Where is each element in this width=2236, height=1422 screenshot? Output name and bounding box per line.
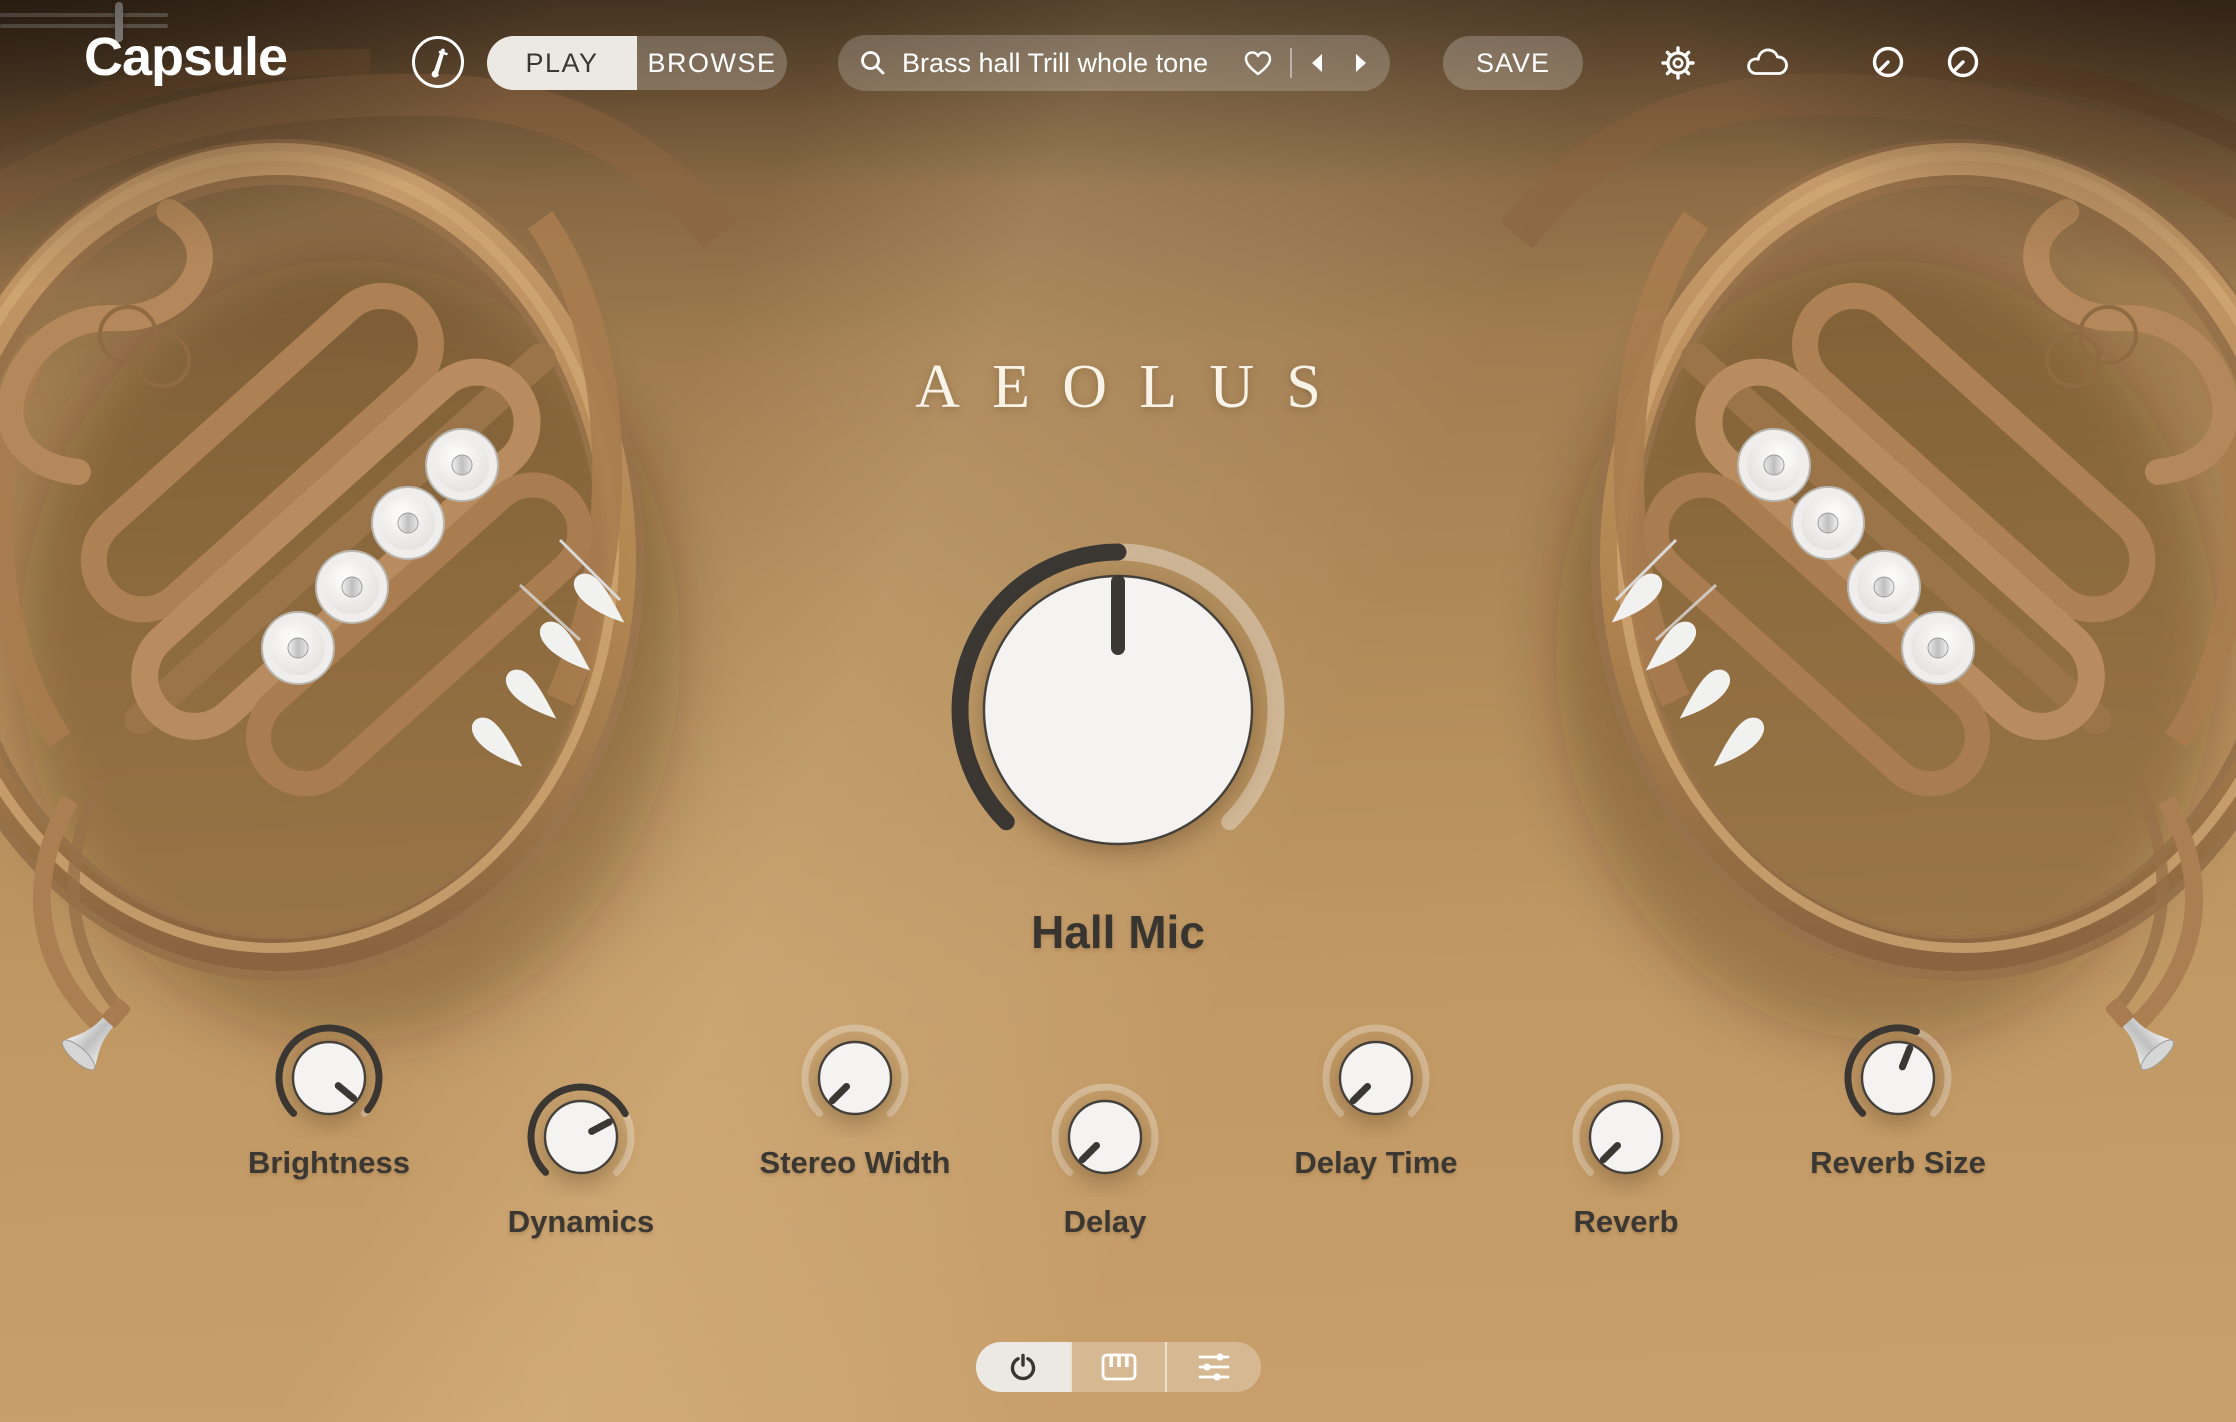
- mixer-icon: [1196, 1350, 1232, 1384]
- horn-icon: [410, 34, 466, 90]
- instrument-info-button[interactable]: [410, 34, 466, 90]
- hall-mic-knob-unit: Hall Mic: [938, 530, 1298, 959]
- dynamics-dial[interactable]: [521, 1077, 641, 1197]
- knob-label: Stereo Width: [705, 1145, 1005, 1181]
- keyboard-icon: [1101, 1352, 1137, 1382]
- reverb-dial[interactable]: [1566, 1077, 1686, 1197]
- view-tabs: PLAY BROWSE: [487, 36, 787, 90]
- knob-dynamics: Dynamics: [521, 1077, 641, 1240]
- mixer-toggle[interactable]: [1165, 1342, 1261, 1392]
- tab-browse[interactable]: BROWSE: [637, 36, 787, 90]
- capsule-plugin-window: Capsule PLAY BROWSE Brass hall Trill who…: [0, 0, 2236, 1422]
- knob-delay-time: Delay Time: [1316, 1018, 1436, 1181]
- instrument-title: AEOLUS: [0, 352, 2236, 423]
- french-horn-right: [1516, 40, 2236, 1100]
- knob-icon[interactable]: [1868, 42, 1908, 82]
- next-arrow-icon[interactable]: [1350, 51, 1370, 75]
- reverb-size-dial[interactable]: [1838, 1018, 1958, 1138]
- preset-search-bar[interactable]: Brass hall Trill whole tone: [838, 35, 1390, 91]
- capsule-logo: Capsule: [84, 26, 287, 88]
- knob-label: Reverb Size: [1748, 1145, 2048, 1181]
- knob-label: Dynamics: [431, 1204, 731, 1240]
- knob-delay: Delay: [1045, 1077, 1165, 1240]
- power-icon: [1006, 1350, 1040, 1384]
- volume-track: [0, 13, 168, 17]
- gear-icon[interactable]: [1655, 40, 1701, 86]
- knob-reverb: Reverb: [1566, 1077, 1686, 1240]
- preset-name: Brass hall Trill whole tone: [902, 48, 1242, 79]
- prev-arrow-icon[interactable]: [1308, 51, 1328, 75]
- knob-brightness: Brightness: [269, 1018, 389, 1181]
- knob-reverb-size: Reverb Size: [1838, 1018, 1958, 1181]
- footer-toggle-group: [976, 1342, 1261, 1392]
- hall-mic-knob[interactable]: [938, 530, 1298, 890]
- heart-icon[interactable]: [1242, 48, 1274, 78]
- delay-time-dial[interactable]: [1316, 1018, 1436, 1138]
- search-divider: [1290, 48, 1292, 78]
- save-button[interactable]: SAVE: [1443, 36, 1583, 90]
- power-toggle[interactable]: [976, 1342, 1070, 1392]
- brightness-dial[interactable]: [269, 1018, 389, 1138]
- tab-play[interactable]: PLAY: [487, 36, 637, 90]
- knob-stereo-width: Stereo Width: [795, 1018, 915, 1181]
- french-horn-left: [0, 40, 720, 1100]
- keyboard-toggle[interactable]: [1070, 1342, 1166, 1392]
- knob-label: Reverb: [1476, 1204, 1776, 1240]
- stereo-width-dial[interactable]: [795, 1018, 915, 1138]
- cloud-icon[interactable]: [1743, 45, 1791, 81]
- knob-label: Delay: [955, 1204, 1255, 1240]
- knob-icon[interactable]: [1943, 42, 1983, 82]
- search-icon: [858, 48, 888, 78]
- delay-dial[interactable]: [1045, 1077, 1165, 1197]
- knob-label: Delay Time: [1226, 1145, 1526, 1181]
- hall-mic-label: Hall Mic: [938, 905, 1298, 959]
- knob-label: Brightness: [179, 1145, 479, 1181]
